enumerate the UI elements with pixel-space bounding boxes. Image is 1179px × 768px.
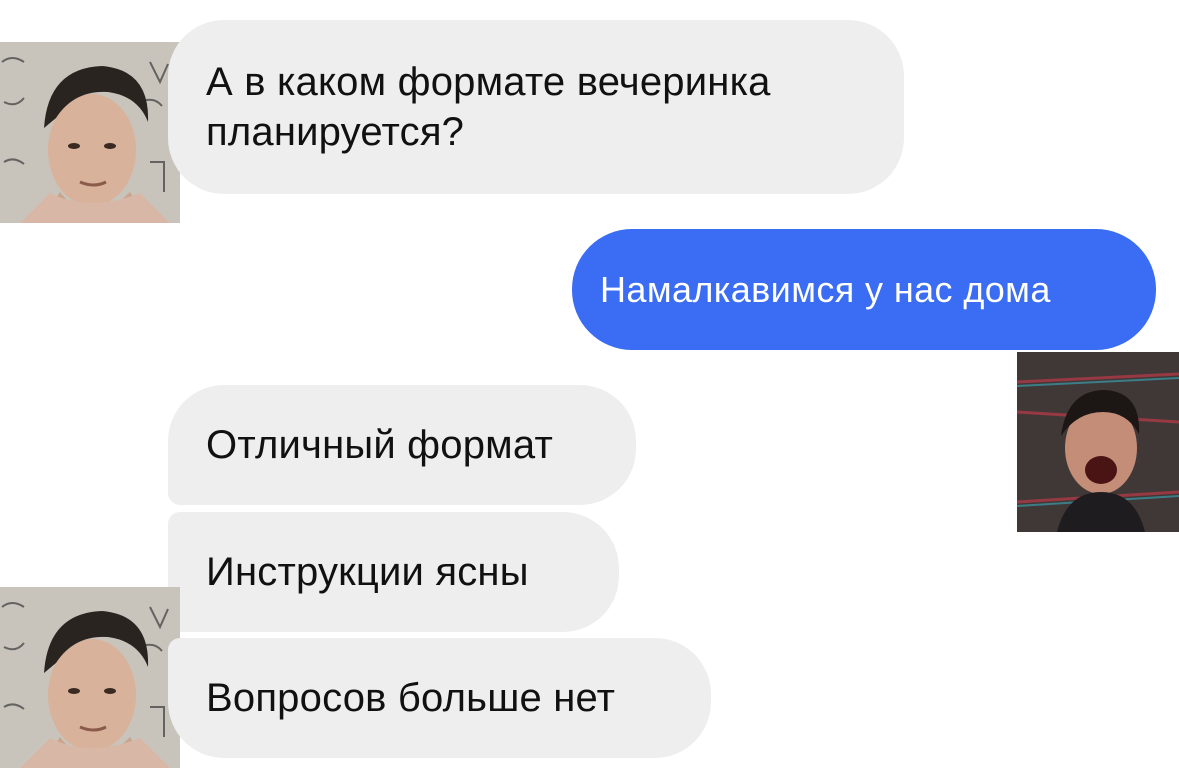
message-text: Отличный формат bbox=[206, 423, 553, 467]
my-avatar-photo-icon bbox=[1017, 352, 1179, 532]
message-bubble-incoming[interactable]: Инструкции ясны bbox=[168, 512, 619, 632]
contact-avatar[interactable] bbox=[0, 42, 180, 223]
message-text: А в каком формате вечеринка планируется? bbox=[206, 60, 771, 154]
message-bubble-outgoing[interactable]: Намалкавимся у нас дома bbox=[572, 229, 1156, 350]
contact-avatar-photo-icon bbox=[0, 587, 180, 768]
message-text: Инструкции ясны bbox=[206, 550, 529, 594]
message-bubble-incoming[interactable]: Отличный формат bbox=[168, 385, 636, 505]
message-text: Вопросов больше нет bbox=[206, 676, 616, 720]
message-text: Намалкавимся у нас дома bbox=[600, 268, 1051, 310]
contact-avatar[interactable] bbox=[0, 587, 180, 768]
contact-avatar-photo-icon bbox=[0, 42, 180, 223]
message-bubble-incoming[interactable]: Вопросов больше нет bbox=[168, 638, 711, 758]
chat-thread: А в каком формате вечеринка планируется?… bbox=[0, 0, 1179, 768]
my-avatar[interactable] bbox=[1017, 352, 1179, 532]
message-bubble-incoming[interactable]: А в каком формате вечеринка планируется? bbox=[168, 20, 904, 194]
